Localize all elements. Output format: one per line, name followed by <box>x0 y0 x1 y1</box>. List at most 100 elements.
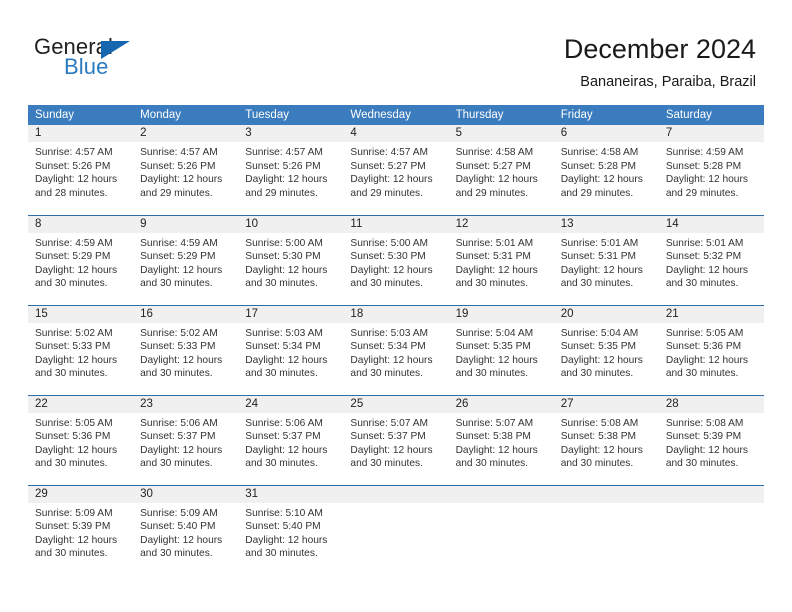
day-details: Sunrise: 4:59 AM Sunset: 5:28 PM Daylight:… <box>659 142 764 200</box>
calendar-day-cell[interactable]: 14 Sunrise: 5:01 AM Sunset: 5:32 PM Dayligh… <box>658 214 764 305</box>
calendar-day-cell[interactable]: 11 Sunrise: 5:00 AM Sunset: 5:30 PM Dayligh… <box>343 214 449 305</box>
sunset-text: Sunset: 5:26 PM <box>140 160 216 172</box>
day-number: 7 <box>658 125 764 142</box>
calendar-day-cell[interactable]: 4 Sunrise: 4:57 AM Sunset: 5:27 PM Daylight… <box>343 125 449 215</box>
day-number: 13 <box>553 215 659 233</box>
day-number: 3 <box>238 125 344 142</box>
calendar-day-cell[interactable]: 20 Sunrise: 5:04 AM Sunset: 5:35 PM Dayligh… <box>553 304 659 395</box>
daylight-text-line1: Daylight: 12 hours <box>350 264 433 276</box>
day-details: Sunrise: 5:01 AM Sunset: 5:32 PM Daylight:… <box>659 233 764 291</box>
weekday-header-friday: Friday <box>553 105 659 125</box>
calendar-day-cell[interactable]: 22 Sunrise: 5:05 AM Sunset: 5:36 PM Dayligh… <box>28 394 134 485</box>
sunrise-text: Sunrise: 5:01 AM <box>665 237 744 249</box>
sunset-text: Sunset: 5:38 PM <box>455 431 531 443</box>
calendar-day-cell[interactable]: 24 Sunrise: 5:06 AM Sunset: 5:37 PM Dayligh… <box>238 394 344 485</box>
daylight-text-line2: and 30 minutes. <box>455 458 529 470</box>
daylight-text-line2: and 29 minutes. <box>665 187 739 199</box>
day-details: Sunrise: 4:58 AM Sunset: 5:28 PM Daylight:… <box>554 142 659 200</box>
daylight-text-line2: and 29 minutes. <box>455 187 529 199</box>
sunset-text: Sunset: 5:33 PM <box>140 341 216 353</box>
calendar-day-cell[interactable]: 16 Sunrise: 5:02 AM Sunset: 5:33 PM Dayligh… <box>133 304 239 395</box>
sunrise-text: Sunrise: 4:59 AM <box>140 237 218 249</box>
day-details: Sunrise: 5:08 AM Sunset: 5:38 PM Daylight:… <box>554 413 659 471</box>
calendar-day-cell[interactable]: 26 Sunrise: 5:07 AM Sunset: 5:38 PM Dayligh… <box>448 394 554 485</box>
calendar-day-cell[interactable]: 8 Sunrise: 4:59 AM Sunset: 5:29 PM Daylight… <box>28 214 134 305</box>
sunrise-text: Sunrise: 5:10 AM <box>245 507 323 519</box>
day-number: 16 <box>133 305 239 323</box>
sunset-text: Sunset: 5:30 PM <box>350 251 426 263</box>
calendar-day-cell[interactable]: 30 Sunrise: 5:09 AM Sunset: 5:40 PM Dayligh… <box>133 484 239 575</box>
calendar-day-cell[interactable]: 17 Sunrise: 5:03 AM Sunset: 5:34 PM Dayligh… <box>238 304 344 395</box>
daylight-text-line2: and 30 minutes. <box>35 458 108 470</box>
day-number: 27 <box>553 395 659 413</box>
calendar-day-cell[interactable]: 3 Sunrise: 4:57 AM Sunset: 5:26 PM Daylight… <box>238 125 344 215</box>
daylight-text-line2: and 30 minutes. <box>245 458 318 470</box>
day-number: 2 <box>133 125 239 142</box>
calendar-day-cell[interactable]: 23 Sunrise: 5:06 AM Sunset: 5:37 PM Dayligh… <box>133 394 239 485</box>
sunrise-text: Sunrise: 5:02 AM <box>35 327 113 339</box>
daylight-text-line1: Daylight: 12 hours <box>245 354 328 366</box>
brand-logo[interactable]: General Blue <box>34 34 204 86</box>
calendar-day-cell[interactable]: 10 Sunrise: 5:00 AM Sunset: 5:30 PM Dayligh… <box>238 214 344 305</box>
title-block: December 2024 Bananeiras, Paraiba, Brazi… <box>564 32 756 91</box>
daylight-text-line2: and 30 minutes. <box>350 278 423 290</box>
sunset-text: Sunset: 5:27 PM <box>350 160 426 172</box>
calendar-day-cell[interactable]: 5 Sunrise: 4:58 AM Sunset: 5:27 PM Daylight… <box>448 125 554 215</box>
weekday-header-saturday: Saturday <box>658 105 764 125</box>
sunrise-text: Sunrise: 5:06 AM <box>245 417 323 429</box>
sunset-text: Sunset: 5:33 PM <box>35 341 111 353</box>
daylight-text-line1: Daylight: 12 hours <box>35 174 118 186</box>
calendar-day-cell[interactable]: 18 Sunrise: 5:03 AM Sunset: 5:34 PM Dayligh… <box>343 304 449 395</box>
sunrise-text: Sunrise: 4:59 AM <box>35 237 113 249</box>
calendar-day-cell[interactable]: 21 Sunrise: 5:05 AM Sunset: 5:36 PM Dayligh… <box>658 304 764 395</box>
sunrise-text: Sunrise: 4:58 AM <box>560 147 639 158</box>
calendar-day-cell[interactable]: 12 Sunrise: 5:01 AM Sunset: 5:31 PM Dayligh… <box>448 214 554 305</box>
daylight-text-line2: and 30 minutes. <box>245 368 318 380</box>
day-details: Sunrise: 5:02 AM Sunset: 5:33 PM Daylight:… <box>28 323 133 381</box>
calendar-day-cell[interactable]: 28 Sunrise: 5:08 AM Sunset: 5:39 PM Dayligh… <box>658 394 764 485</box>
sunset-text: Sunset: 5:26 PM <box>245 160 321 172</box>
sunrise-text: Sunrise: 5:00 AM <box>350 237 429 249</box>
sunset-text: Sunset: 5:34 PM <box>350 341 426 353</box>
daylight-text-line1: Daylight: 12 hours <box>455 444 538 456</box>
daylight-text-line1: Daylight: 12 hours <box>455 174 538 186</box>
calendar-day-cell[interactable]: 29 Sunrise: 5:09 AM Sunset: 5:39 PM Dayligh… <box>28 484 134 575</box>
day-number <box>343 485 449 503</box>
day-number: 22 <box>28 395 134 413</box>
calendar-day-cell[interactable]: 6 Sunrise: 4:58 AM Sunset: 5:28 PM Daylight… <box>553 125 659 215</box>
daylight-text-line2: and 30 minutes. <box>140 458 213 470</box>
day-details: Sunrise: 5:04 AM Sunset: 5:35 PM Daylight:… <box>554 323 659 381</box>
calendar-day-cell[interactable]: 15 Sunrise: 5:02 AM Sunset: 5:33 PM Dayligh… <box>28 304 134 395</box>
daylight-text-line2: and 30 minutes. <box>560 278 634 290</box>
calendar-day-cell[interactable]: 25 Sunrise: 5:07 AM Sunset: 5:37 PM Dayligh… <box>343 394 449 485</box>
daylight-text-line2: and 30 minutes. <box>560 368 634 380</box>
day-details: Sunrise: 5:10 AM Sunset: 5:40 PM Daylight:… <box>238 503 343 561</box>
daylight-text-line2: and 30 minutes. <box>35 278 108 290</box>
daylight-text-line1: Daylight: 12 hours <box>245 174 328 186</box>
day-number: 18 <box>343 305 449 323</box>
calendar-day-cell[interactable]: 27 Sunrise: 5:08 AM Sunset: 5:38 PM Dayligh… <box>553 394 659 485</box>
calendar-day-cell[interactable]: 19 Sunrise: 5:04 AM Sunset: 5:35 PM Dayligh… <box>448 304 554 395</box>
sunrise-text: Sunrise: 4:58 AM <box>455 147 534 158</box>
daylight-text-line1: Daylight: 12 hours <box>560 264 643 276</box>
day-number: 8 <box>28 215 134 233</box>
daylight-text-line1: Daylight: 12 hours <box>35 264 118 276</box>
calendar-day-cell[interactable]: 2 Sunrise: 4:57 AM Sunset: 5:26 PM Daylight… <box>133 125 239 215</box>
day-details: Sunrise: 5:00 AM Sunset: 5:30 PM Daylight:… <box>343 233 448 291</box>
calendar-body: 1 Sunrise: 4:57 AM Sunset: 5:26 PM Daylight… <box>28 125 764 575</box>
calendar-day-cell[interactable]: 31 Sunrise: 5:10 AM Sunset: 5:40 PM Dayligh… <box>238 484 344 575</box>
calendar-day-cell[interactable]: 7 Sunrise: 4:59 AM Sunset: 5:28 PM Daylight… <box>658 125 764 215</box>
daylight-text-line1: Daylight: 12 hours <box>35 354 118 366</box>
daylight-text-line2: and 30 minutes. <box>350 368 423 380</box>
day-number: 17 <box>238 305 344 323</box>
calendar-day-cell[interactable]: 13 Sunrise: 5:01 AM Sunset: 5:31 PM Dayligh… <box>553 214 659 305</box>
location-subtitle: Bananeiras, Paraiba, Brazil <box>580 74 756 90</box>
sunrise-text: Sunrise: 5:01 AM <box>455 237 534 249</box>
calendar-day-cell[interactable]: 1 Sunrise: 4:57 AM Sunset: 5:26 PM Daylight… <box>28 125 134 215</box>
day-details: Sunrise: 5:07 AM Sunset: 5:37 PM Daylight:… <box>343 413 448 471</box>
day-number: 5 <box>448 125 554 142</box>
sunset-text: Sunset: 5:37 PM <box>350 431 426 443</box>
day-details: Sunrise: 5:06 AM Sunset: 5:37 PM Daylight:… <box>238 413 343 471</box>
day-number: 4 <box>343 125 449 142</box>
calendar-day-cell[interactable]: 9 Sunrise: 4:59 AM Sunset: 5:29 PM Daylight… <box>133 214 239 305</box>
